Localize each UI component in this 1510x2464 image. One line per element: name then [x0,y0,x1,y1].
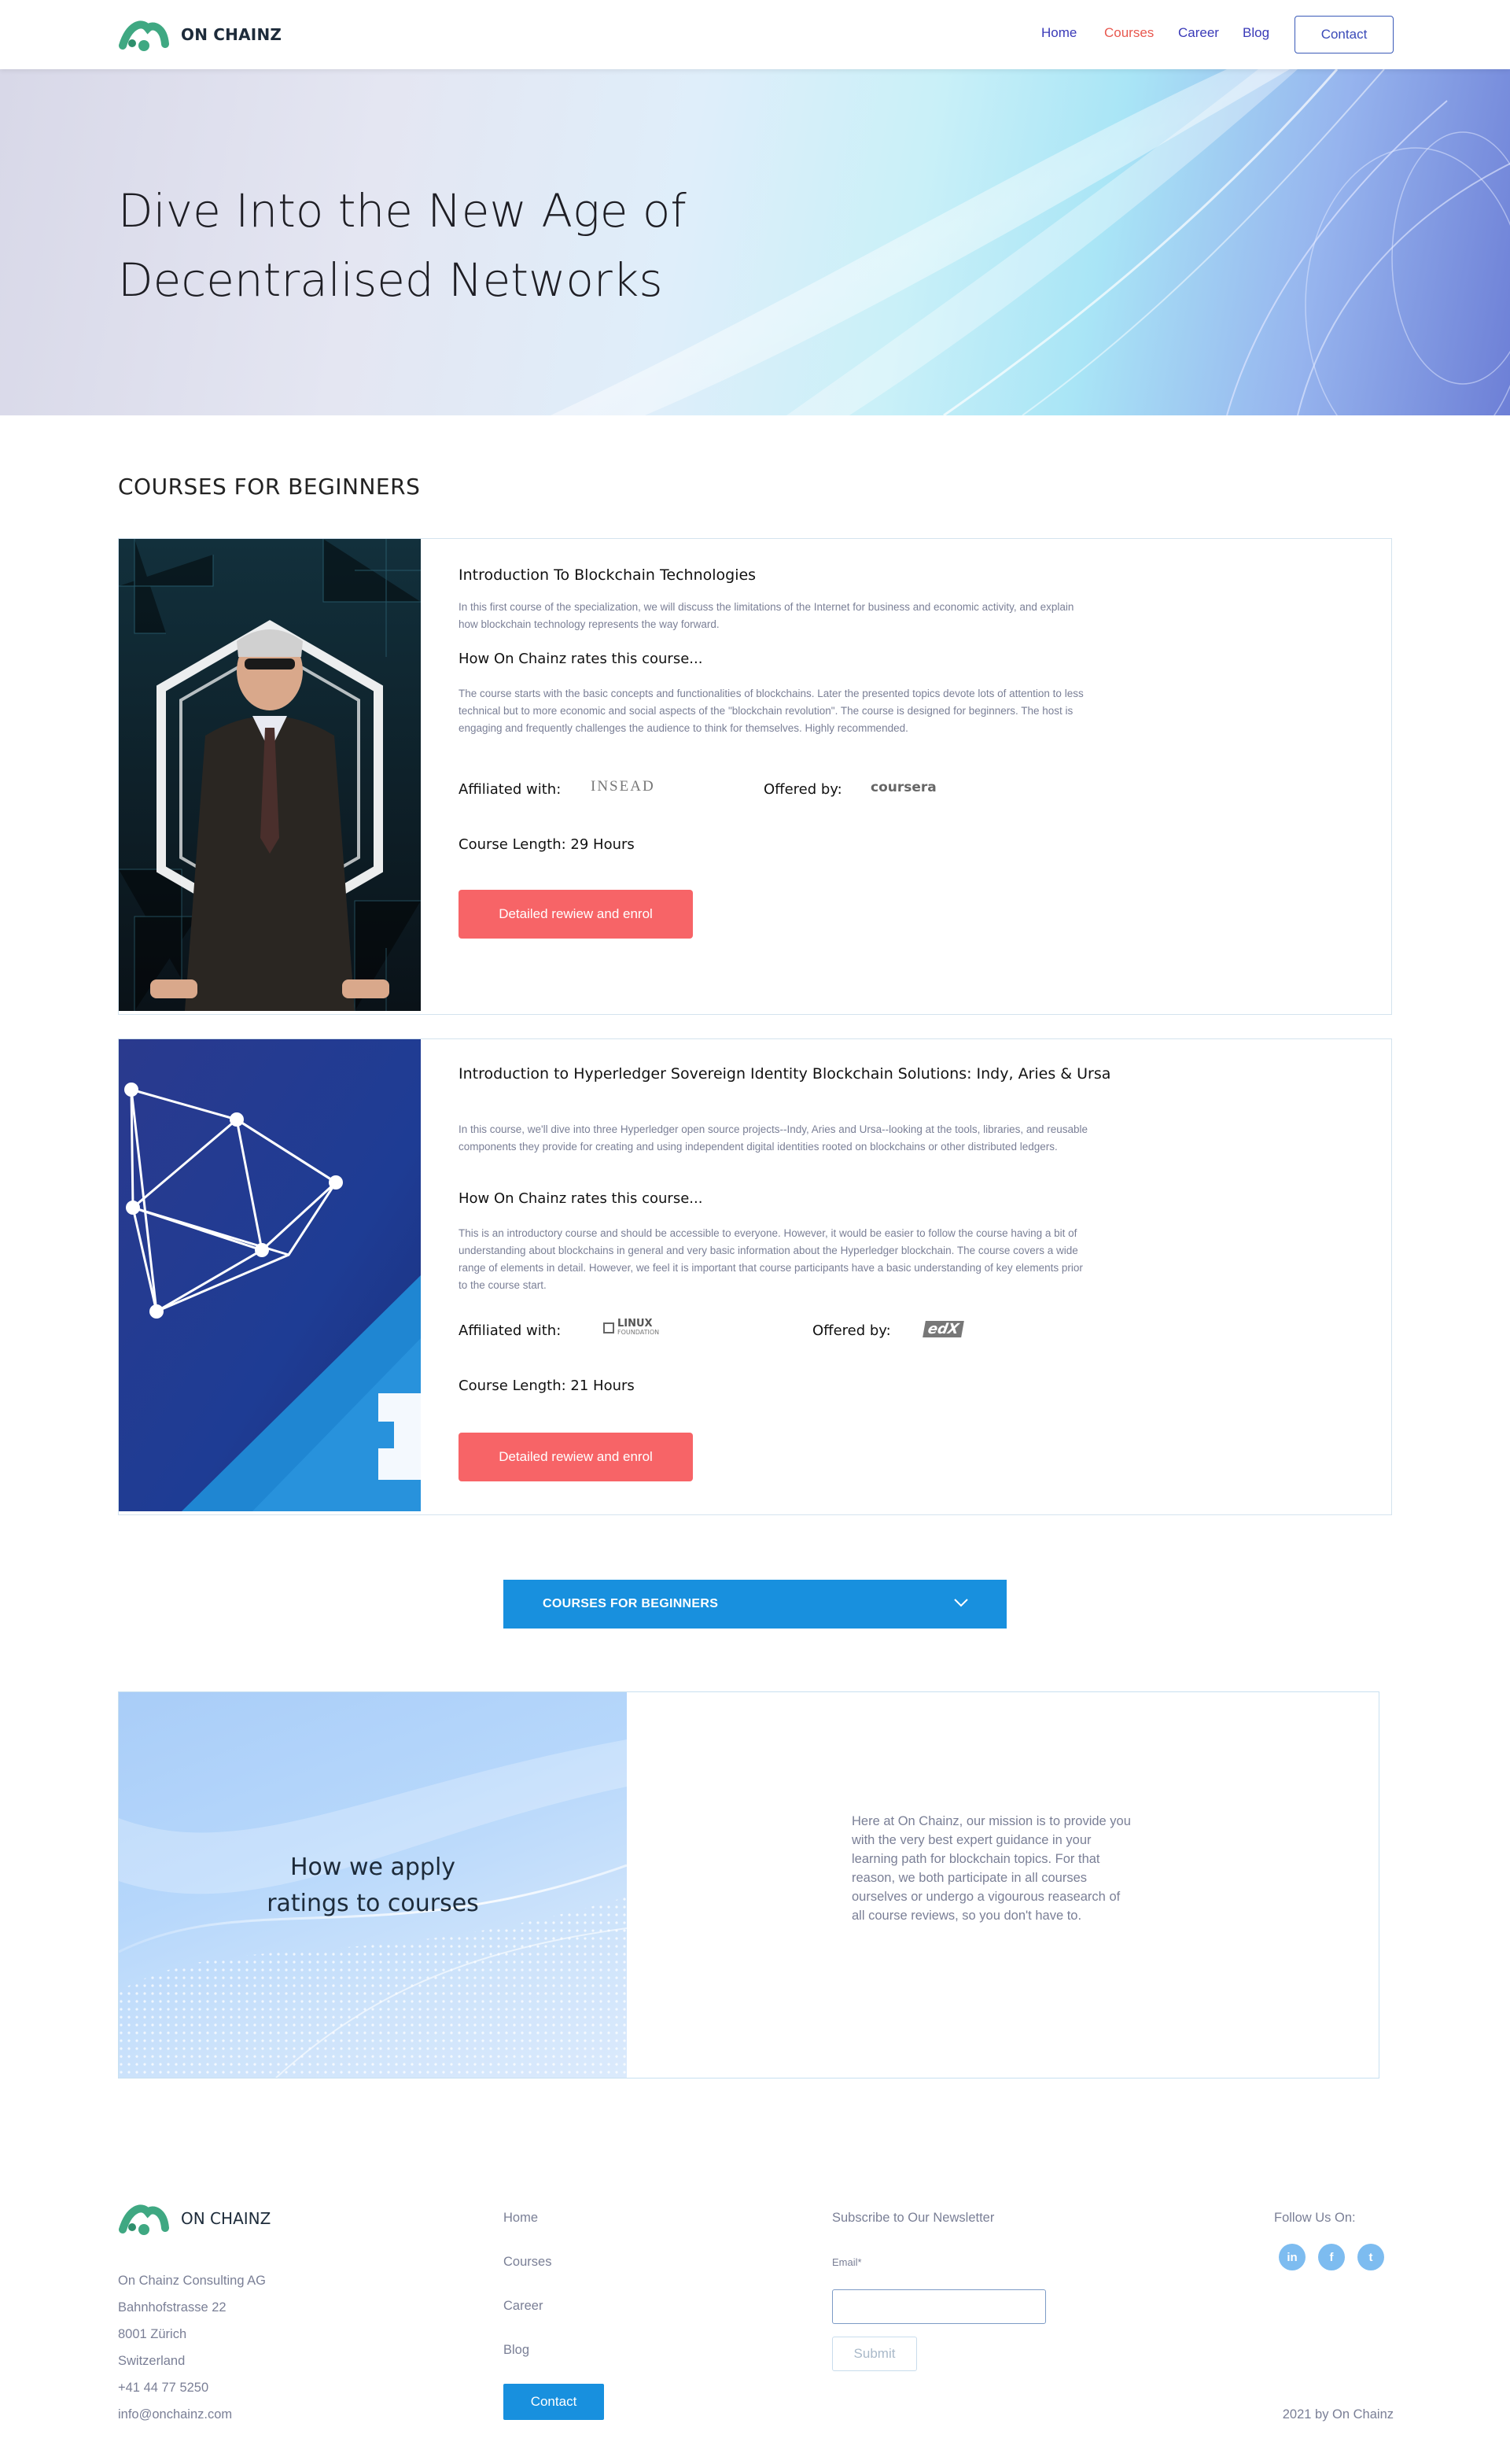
newsletter-submit-button[interactable]: Submit [832,2337,917,2371]
rates-heading: How On Chainz rates this course... [459,651,703,667]
course-card: Introduction To Blockchain Technologies … [118,538,1392,1015]
linux-foundation-sub: FOUNDATION [617,1329,660,1336]
course-length: Course Length: 29 Hours [459,836,635,853]
brand-name: ON CHAINZ [181,25,282,44]
newsletter-title: Subscribe to Our Newsletter [832,2211,995,2225]
email-label: Email* [832,2256,862,2268]
affiliated-label: Affiliated with: [459,781,562,798]
course-card: Introduction to Hyperledger Sovereign Id… [118,1038,1392,1515]
nav-courses[interactable]: Courses [1104,25,1154,41]
footer-company-name: On Chainz Consulting AG [118,2274,267,2288]
footer-link-blog[interactable]: Blog [503,2343,529,2358]
instructor-photo-illustration [119,539,421,1011]
course-image [119,539,421,1011]
footer-phone[interactable]: +41 44 77 5250 [118,2381,208,2396]
coursera-logo: coursera [871,780,937,795]
edx-logo: edX [923,1321,964,1337]
brand-logo[interactable]: ON CHAINZ [118,17,282,52]
hero-title: Dive Into the New Age of Decentralised N… [118,176,826,315]
hero-title-line-2: Decentralised Networks [118,253,663,307]
footer-contact-button[interactable]: Contact [503,2384,604,2420]
offered-label: Offered by: [812,1322,891,1339]
rates-heading: How On Chainz rates this course... [459,1190,703,1207]
footer-street: Bahnhofstrasse 22 [118,2300,226,2315]
enrol-button[interactable]: Detailed rewiew and enrol [459,1433,693,1481]
ratings-heading: How we apply ratings to courses [119,1850,627,1922]
footer-brand-name: ON CHAINZ [181,2209,271,2228]
course-length: Course Length: 21 Hours [459,1378,635,1394]
hero-banner: Dive Into the New Age of Decentralised N… [0,69,1510,415]
twitter-icon[interactable]: t [1357,2244,1384,2270]
nav-home[interactable]: Home [1041,25,1077,41]
network-polyhedron-illustration [119,1039,421,1511]
ratings-image: How we apply ratings to courses [119,1692,627,2078]
course-title: Introduction To Blockchain Technologies [459,566,757,584]
chevron-down-icon [954,1599,968,1607]
on-chainz-logo-icon [119,20,169,51]
linux-foundation-logo: LINUX FOUNDATION [603,1319,659,1337]
linux-foundation-name: LINUX [617,1318,653,1330]
affiliated-label: Affiliated with: [459,1322,562,1339]
follow-us-label: Follow Us On: [1274,2211,1356,2225]
course-review: The course starts with the basic concept… [459,688,1084,734]
ratings-heading-line-1: How we apply [289,1854,456,1881]
enrol-button[interactable]: Detailed rewiew and enrol [459,890,693,939]
on-chainz-logo-icon [119,2204,169,2235]
offered-label: Offered by: [764,781,842,798]
course-review: This is an introductory course and shoul… [459,1227,1083,1291]
footer-brand-logo[interactable]: ON CHAINZ [118,2201,271,2236]
newsletter-email-input[interactable] [832,2289,1046,2324]
course-image [119,1039,421,1511]
course-title: Introduction to Hyperledger Sovereign Id… [459,1065,1111,1083]
nav-blog[interactable]: Blog [1243,25,1269,41]
footer-link-home[interactable]: Home [503,2211,538,2226]
copyright: 2021 by On Chainz [1282,2407,1394,2422]
hero-title-line-1: Dive Into the New Age of [118,184,687,238]
footer-link-courses[interactable]: Courses [503,2255,551,2270]
section-title: COURSES FOR BEGINNERS [118,474,421,500]
linux-foundation-wordmark: LINUX FOUNDATION [617,1319,659,1337]
footer-country: Switzerland [118,2354,186,2368]
site-header: ON CHAINZ Home Courses Career Blog Conta… [0,0,1510,69]
dropdown-label: COURSES FOR BEGINNERS [543,1597,719,1610]
header-contact-button[interactable]: Contact [1295,16,1394,53]
linkedin-icon[interactable]: in [1279,2244,1306,2270]
course-description: In this first course of the specializati… [459,601,1074,630]
course-description: In this course, we'll dive into three Hy… [459,1123,1088,1153]
ratings-description: Here at On Chainz, our mission is to pro… [852,1814,1131,1923]
footer-link-career[interactable]: Career [503,2299,543,2314]
ratings-heading-line-2: ratings to courses [267,1890,479,1917]
insead-logo: INSEAD [591,778,655,795]
footer-email[interactable]: info@onchainz.com [118,2407,232,2422]
nav-career[interactable]: Career [1178,25,1219,41]
linux-foundation-mark-icon [603,1322,614,1333]
course-level-dropdown[interactable]: COURSES FOR BEGINNERS [503,1580,1007,1629]
ratings-section: How we apply ratings to courses Here at … [118,1691,1379,2079]
facebook-icon[interactable]: f [1318,2244,1345,2270]
footer-city: 8001 Zürich [118,2327,187,2341]
